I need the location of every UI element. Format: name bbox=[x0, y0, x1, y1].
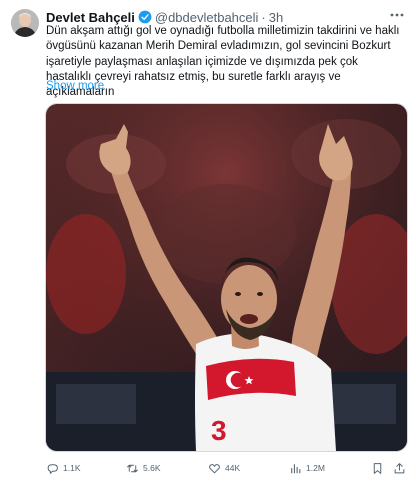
heart-icon bbox=[209, 463, 220, 473]
separator-dot: · bbox=[261, 9, 266, 25]
bookmark-icon bbox=[373, 462, 382, 474]
more-horizontal-icon[interactable] bbox=[388, 7, 406, 25]
repost-icon bbox=[127, 464, 138, 472]
post-time[interactable]: 3h bbox=[269, 10, 283, 25]
author-avatar[interactable] bbox=[11, 9, 39, 37]
verified-badge-icon bbox=[138, 10, 152, 24]
bookmark-button[interactable] bbox=[371, 460, 388, 476]
like-count: 44K bbox=[225, 463, 241, 473]
reply-icon bbox=[47, 463, 58, 474]
reply-button[interactable]: 1.1K bbox=[46, 460, 81, 476]
post-image[interactable]: 3 bbox=[45, 103, 408, 452]
like-button[interactable]: 44K bbox=[208, 460, 240, 476]
views-count: 1.2M bbox=[306, 463, 325, 473]
jersey-number: 3 bbox=[211, 415, 227, 446]
share-icon bbox=[394, 462, 405, 473]
repost-button[interactable]: 5.6K bbox=[126, 460, 161, 476]
share-button[interactable] bbox=[393, 460, 410, 476]
author-handle[interactable]: @dbdevletbahceli bbox=[155, 10, 259, 25]
author-name[interactable]: Devlet Bahçeli bbox=[46, 10, 135, 25]
show-more-link[interactable]: Show more bbox=[46, 80, 104, 92]
analytics-icon bbox=[291, 463, 301, 473]
views-button[interactable]: 1.2M bbox=[289, 460, 325, 476]
repost-count: 5.6K bbox=[143, 463, 161, 473]
action-bar: 1.1K 5.6K 44K 1.2M bbox=[46, 460, 408, 476]
reply-count: 1.1K bbox=[63, 463, 81, 473]
